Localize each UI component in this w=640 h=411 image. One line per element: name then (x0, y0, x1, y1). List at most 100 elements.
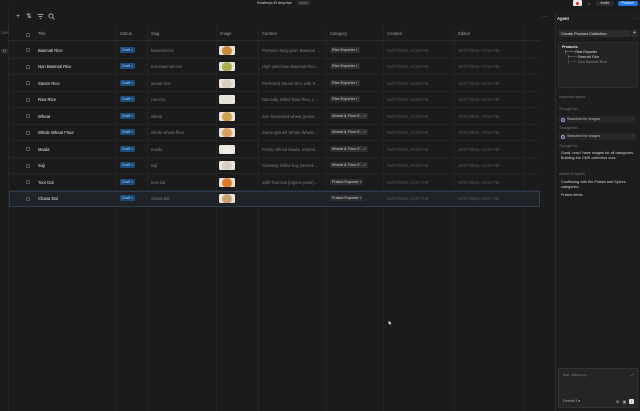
search-step-1[interactable]: Searched for images › (558, 116, 636, 123)
category-select[interactable]: Pulses Exporter ▾ (330, 178, 364, 185)
cell-created[interactable]: 06/07/2026, 02:58 PM (387, 163, 451, 168)
cell-edited[interactable]: 06/07/2026, 02:58 PM (458, 147, 522, 152)
product-image[interactable] (219, 177, 235, 187)
more-icon[interactable]: ··· (633, 16, 637, 21)
cell-created[interactable]: 06/07/2026, 02:58 PM (387, 147, 451, 152)
row-checkbox[interactable] (26, 130, 30, 135)
cell-content[interactable]: Finely refined Maida, essenti... (262, 147, 323, 152)
cell-content[interactable]: Premium long-grain Basmati Ri... (262, 48, 323, 53)
cell-content[interactable]: Naturally milled Raw Rice, r... (262, 97, 323, 102)
composer-input[interactable]: Ask, follow up... (563, 373, 590, 377)
cell-created[interactable]: 06/07/2026, 02:58 PM (387, 114, 451, 119)
more-options-icon[interactable]: ··· (541, 13, 549, 21)
table-row[interactable]: Wheat Draft ▾ wheat Sun-harvested wheat grai… (9, 108, 540, 125)
cell-content[interactable]: Stone-ground Whole Wheat ... (262, 130, 323, 135)
cell-created[interactable]: 06/07/2026, 02:57 PM (387, 196, 451, 201)
table-row[interactable]: Steam Rice Draft ▾ steam-rice Perfected Stea… (9, 75, 540, 92)
category-select[interactable]: Rice Exporter ▾ (330, 63, 360, 69)
product-image[interactable] (219, 194, 235, 203)
image-icon[interactable]: ▣ (622, 399, 627, 404)
product-image[interactable] (219, 95, 235, 104)
cell-content[interactable]: High-yield Non-Basmati Rice... (262, 64, 323, 69)
thought-1[interactable]: Thought for... (559, 107, 580, 111)
strip-item-cms[interactable]: CMS (1, 31, 9, 36)
column-header-created[interactable]: Created (387, 31, 402, 36)
status-badge[interactable]: Draft ▾ (120, 112, 135, 119)
cell-title[interactable]: Basmati Rice (38, 48, 113, 53)
row-checkbox[interactable] (26, 64, 30, 69)
select-all-checkbox[interactable] (26, 32, 30, 37)
row-checkbox[interactable] (26, 48, 30, 52)
search-icon[interactable] (47, 13, 55, 21)
cell-content[interactable]: Sun-harvested wheat grains, ... (262, 114, 323, 119)
status-badge[interactable]: Draft ▾ (120, 195, 135, 201)
cell-edited[interactable]: 06/07/2026, 02:58 PM (458, 48, 522, 53)
cell-created[interactable]: 06/07/2026, 02:58 PM (387, 81, 451, 86)
status-badge[interactable]: Draft ▾ (120, 79, 135, 86)
model-selector[interactable]: Gemini 3 ▾ (563, 399, 580, 403)
cell-title[interactable]: Toor Dal (38, 180, 113, 185)
product-image[interactable] (219, 144, 235, 154)
play-icon[interactable]: ▷ (586, 1, 592, 6)
publish-button[interactable]: Publish (617, 0, 638, 6)
search-step-2[interactable]: Searched for images › (558, 133, 636, 140)
product-image[interactable] (219, 78, 235, 88)
cell-slug[interactable]: steam-rice (151, 81, 213, 86)
category-select[interactable]: Wheat & Flour E... ▾ (330, 129, 368, 135)
cell-edited[interactable]: 06/07/2026, 02:58 PM (458, 81, 522, 86)
cell-created[interactable]: 06/07/2026, 02:58 PM (387, 64, 451, 69)
cell-slug[interactable]: wheat (151, 114, 213, 119)
category-select[interactable]: Wheat & Flour E... ▾ (330, 112, 368, 119)
product-image[interactable] (219, 128, 235, 137)
column-header-title[interactable]: Title (38, 31, 46, 36)
cell-created[interactable]: 06/07/2026, 02:58 PM (387, 48, 451, 53)
cell-content[interactable]: Perfected Steam Rice with R... (262, 81, 323, 86)
cell-created[interactable]: 06/07/2026, 02:58 PM (387, 130, 451, 135)
cell-slug[interactable]: suji (151, 163, 213, 168)
row-checkbox[interactable] (26, 114, 30, 118)
row-checkbox[interactable] (26, 81, 30, 85)
category-select[interactable]: Pulses Exporter ▾ (330, 195, 364, 201)
table-row[interactable]: Basmati Rice Draft ▾ basmati-rice Premium lo… (9, 42, 540, 59)
table-row[interactable]: Suji Draft ▾ suji Coarsely milled Suji (semo… (9, 158, 540, 174)
thought-2[interactable]: Thought for... (559, 126, 580, 130)
step-inspected-layers[interactable]: Inspected layers (559, 95, 585, 99)
status-badge[interactable]: Draft ▾ (120, 63, 135, 69)
status-badge[interactable]: Draft ▾ (120, 96, 135, 102)
cell-title[interactable]: Raw Rice (38, 97, 113, 102)
table-row[interactable]: Toor Dal Draft ▾ toor-dal Split Toor Dal (pi… (9, 174, 540, 191)
category-select[interactable]: Wheat & Flour E... ▾ (330, 145, 368, 152)
table-row[interactable]: Whole Wheat Flour Draft ▾ whole-wheat-flour… (9, 125, 540, 141)
cell-slug[interactable]: chana-dal (151, 196, 213, 201)
cell-title[interactable]: Suji (38, 163, 113, 168)
row-checkbox[interactable] (26, 97, 30, 102)
send-button[interactable]: ↑ (629, 399, 634, 404)
column-header-image[interactable]: Image (220, 31, 232, 36)
column-header-category[interactable]: Category (330, 31, 347, 36)
column-header-slug[interactable]: Slug (151, 31, 159, 36)
table-row[interactable]: Raw Rice Draft ▾ raw-rice Naturally milled R… (9, 92, 540, 108)
row-checkbox[interactable] (26, 163, 30, 168)
thought-3[interactable]: Thought for... (559, 144, 580, 148)
task-chip[interactable]: Create Product Collection (558, 30, 630, 37)
cell-slug[interactable]: basmati-rice (151, 48, 213, 53)
row-checkbox[interactable] (26, 196, 30, 201)
cell-slug[interactable]: raw-rice (151, 97, 213, 102)
column-header-content[interactable]: Content (262, 31, 277, 36)
table-row[interactable]: Non Basmati Rice Draft ▾ non-basmati-rice Hi… (9, 59, 540, 75)
product-image[interactable] (219, 45, 235, 55)
cell-slug[interactable]: non-basmati-rice (151, 64, 213, 69)
row-checkbox[interactable] (26, 147, 30, 151)
expand-icon[interactable]: ⤢ (631, 372, 634, 377)
product-image[interactable] (219, 161, 235, 170)
status-badge[interactable]: Draft ▾ (120, 178, 135, 185)
table-row[interactable]: Chana Dal Draft ▾ chana-dal Pulses Exporter ▾… (9, 190, 540, 207)
filter-icon[interactable] (36, 13, 44, 21)
avatar[interactable] (573, 0, 583, 6)
cell-slug[interactable]: toor-dal (151, 180, 213, 185)
cell-created[interactable]: 06/07/2026, 02:58 PM (387, 97, 451, 102)
category-select[interactable]: Wheat & Flour E... ▾ (330, 162, 368, 168)
status-badge[interactable]: Draft ▾ (120, 162, 135, 168)
product-image[interactable] (219, 62, 235, 71)
column-header-status[interactable]: Status (120, 31, 132, 36)
